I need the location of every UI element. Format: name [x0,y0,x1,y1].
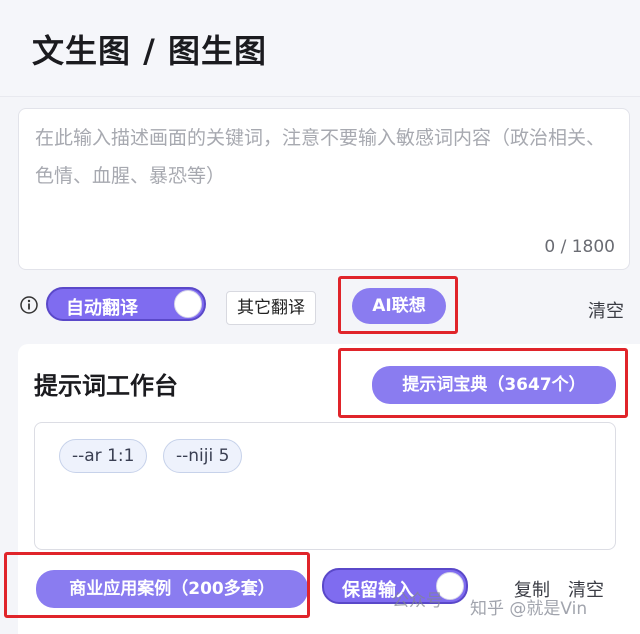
auto-translate-label: 自动翻译 [66,298,138,319]
tag-chip[interactable]: --niji 5 [163,439,243,473]
auto-translate-knob [174,290,202,318]
prompt-tags-area[interactable]: --ar 1:1 --niji 5 [34,422,616,550]
info-icon[interactable] [20,296,38,314]
character-counter: 0 / 1800 [544,237,615,257]
commercial-cases-button[interactable]: 商业应用案例（200多套） [36,570,308,608]
ai-associate-button[interactable]: AI联想 [352,288,446,324]
watermark-wechat: 公众号 [392,591,443,611]
prompt-workbench: 提示词工作台 提示词宝典（3647个） --ar 1:1 --niji 5 商业… [18,344,640,634]
workbench-title: 提示词工作台 [34,372,178,400]
auto-translate-toggle[interactable]: 自动翻译 [46,287,206,321]
prompt-controls: 自动翻译 其它翻译 AI联想 清空 [0,282,640,334]
other-translate-button[interactable]: 其它翻译 [226,291,316,325]
watermark-zhihu: 知乎 @就是Vin [470,599,588,619]
prompt-dictionary-button[interactable]: 提示词宝典（3647个） [372,366,616,404]
page-header: 文生图 / 图生图 [0,0,640,97]
clear-prompt-button[interactable]: 清空 [588,297,624,323]
tag-chip[interactable]: --ar 1:1 [59,439,148,473]
page-title: 文生图 / 图生图 [32,32,267,70]
prompt-textarea[interactable]: 在此输入描述画面的关键词，注意不要输入敏感词内容（政治相关、色情、血腥、暴恐等）… [18,108,630,270]
prompt-placeholder: 在此输入描述画面的关键词，注意不要输入敏感词内容（政治相关、色情、血腥、暴恐等） [35,127,606,187]
